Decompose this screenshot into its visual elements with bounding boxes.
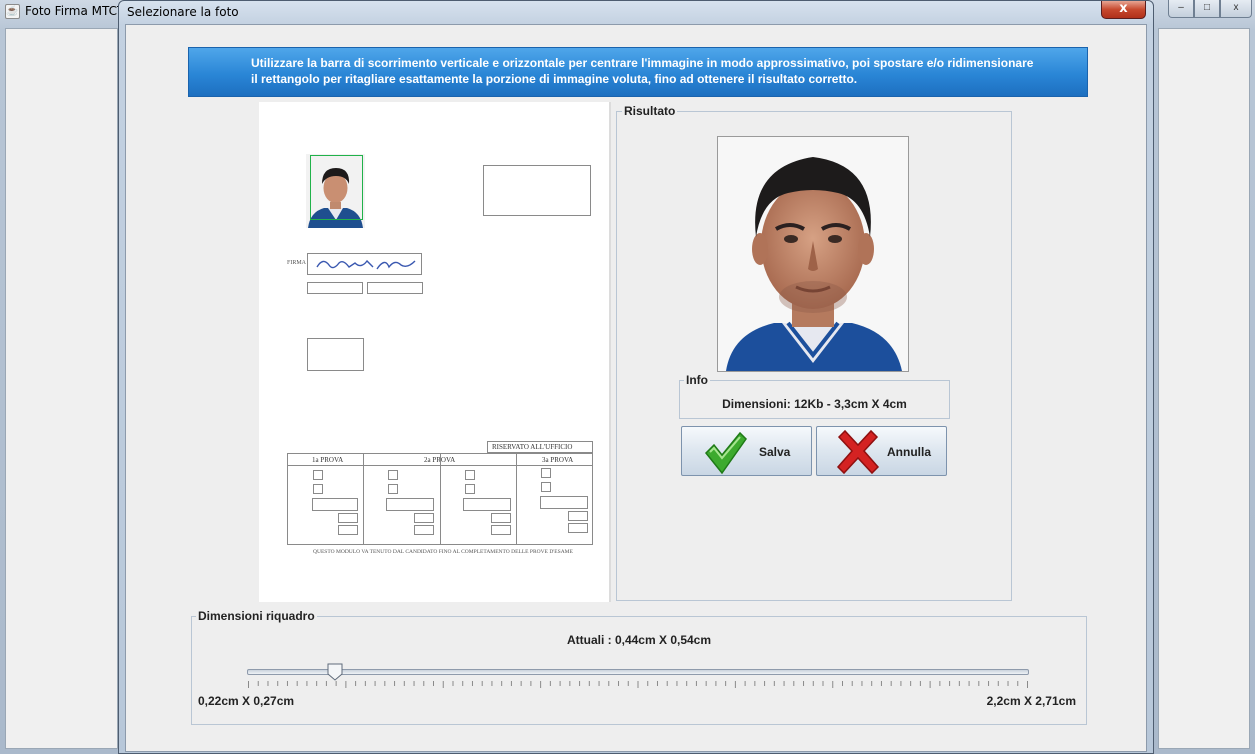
document-signature-label: FIRMA xyxy=(287,260,307,266)
document-empty-box xyxy=(307,338,364,371)
background-close-button[interactable]: x xyxy=(1220,0,1252,18)
document-field-box xyxy=(307,282,363,294)
crop-dimensions-group: Dimensioni riquadro Attuali : 0,44cm X 0… xyxy=(191,609,1087,725)
document-footer-note: QUESTO MODULO VA TENUTO DAL CANDIDATO FI… xyxy=(313,549,573,555)
background-client-area-right xyxy=(1158,28,1250,749)
instructions-banner: Utilizzare la barra di scorrimento verti… xyxy=(188,47,1088,97)
crop-dimensions-legend: Dimensioni riquadro xyxy=(196,609,317,623)
exam-column-3: 3a PROVA xyxy=(542,456,574,464)
background-window-title: Foto Firma MTCT xyxy=(25,4,125,18)
size-slider-ticks xyxy=(248,681,1028,688)
exam-table: 1a PROVA 2a PROVA 3a PROVA xyxy=(287,453,593,545)
current-size-label: Attuali : 0,44cm X 0,54cm xyxy=(566,633,712,647)
java-cup-icon: ☕ xyxy=(5,4,20,19)
info-legend: Info xyxy=(684,373,710,387)
reserved-header: RISERVATO ALL'UFFICIO xyxy=(492,443,573,451)
select-photo-dialog: Selezionare la foto x Utilizzare la barr… xyxy=(118,0,1154,754)
save-button[interactable]: Salva xyxy=(681,426,812,476)
minimize-button[interactable]: – xyxy=(1168,0,1194,18)
cancel-button[interactable]: Annulla xyxy=(816,426,947,476)
exam-column-1: 1a PROVA xyxy=(312,456,344,464)
green-check-icon xyxy=(704,431,747,475)
size-slider-thumb[interactable] xyxy=(327,663,343,681)
slider-min-label: 0,22cm X 0,27cm xyxy=(198,694,295,708)
size-slider-track[interactable] xyxy=(247,669,1029,675)
result-group: Risultato Info Dimensioni: 12Kb - 3,3cm … xyxy=(616,104,1012,601)
reserved-header-box: RISERVATO ALL'UFFICIO xyxy=(487,441,593,453)
document-field-box xyxy=(367,282,423,294)
scanned-document-view[interactable]: FIRMA RISERVATO ALL'UFFICIO 1a PROVA 2a … xyxy=(259,102,611,602)
background-client-area xyxy=(5,28,118,749)
crop-rectangle[interactable] xyxy=(310,155,363,220)
instructions-line-1: Utilizzare la barra di scorrimento verti… xyxy=(251,56,1034,70)
slider-max-label: 2,2cm X 2,71cm xyxy=(986,694,1076,708)
signature-scribble xyxy=(316,259,416,270)
dialog-close-button[interactable]: x xyxy=(1101,1,1146,19)
info-group: Info Dimensioni: 12Kb - 3,3cm X 4cm xyxy=(679,373,950,419)
info-dimensions-text: Dimensioni: 12Kb - 3,3cm X 4cm xyxy=(722,397,907,411)
result-photo xyxy=(717,136,909,372)
red-x-icon xyxy=(836,429,880,475)
dialog-title: Selezionare la foto xyxy=(127,5,239,19)
save-button-label: Salva xyxy=(759,445,791,459)
result-legend: Risultato xyxy=(622,104,678,118)
document-stamp-box xyxy=(483,165,591,216)
instructions-line-2: il rettangolo per ritagliare esattamente… xyxy=(251,72,858,86)
dialog-content: Utilizzare la barra di scorrimento verti… xyxy=(125,24,1147,752)
maximize-button[interactable]: □ xyxy=(1194,0,1220,18)
cancel-button-label: Annulla xyxy=(887,445,931,459)
